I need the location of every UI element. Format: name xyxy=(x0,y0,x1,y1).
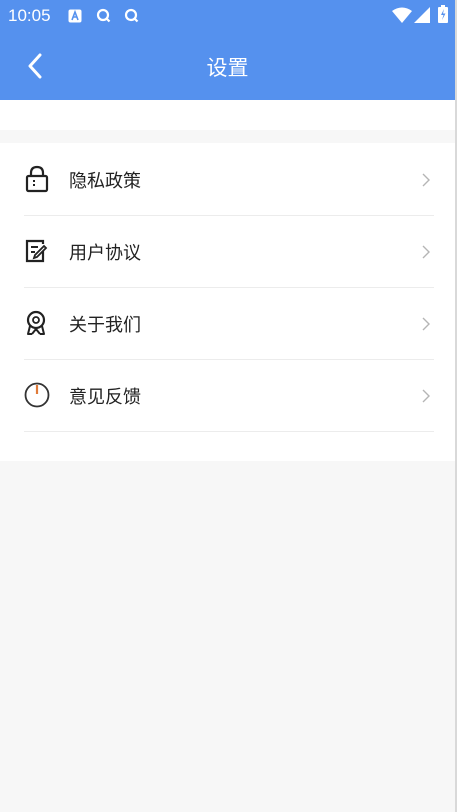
settings-list: 隐私政策 用户协议 关于我们 意见反馈 xyxy=(0,143,455,461)
chevron-right-icon xyxy=(422,388,430,403)
settings-item-label: 用户协议 xyxy=(69,243,141,264)
agreement-edit-icon xyxy=(24,237,50,265)
settings-item-label: 关于我们 xyxy=(69,315,141,336)
nav-bar: 设置 xyxy=(0,32,455,100)
settings-item-user-agreement[interactable]: 用户协议 xyxy=(24,215,434,288)
about-badge-icon xyxy=(24,309,50,337)
lock-icon xyxy=(24,165,50,193)
page-title: 设置 xyxy=(206,56,249,80)
search-circle-icon xyxy=(96,8,111,27)
signal-icon xyxy=(414,7,430,27)
settings-item-label: 意见反馈 xyxy=(69,387,141,408)
battery-icon xyxy=(438,5,448,27)
settings-item-privacy-policy[interactable]: 隐私政策 xyxy=(24,143,434,216)
search-circle-icon xyxy=(124,8,139,27)
status-bar: 10:05 xyxy=(0,0,455,32)
app-header: 10:05 设置 xyxy=(0,0,455,100)
top-spacer xyxy=(0,100,455,130)
chevron-right-icon xyxy=(422,244,430,259)
a-icon xyxy=(68,8,82,27)
settings-item-label: 隐私政策 xyxy=(69,171,141,192)
settings-item-about-us[interactable]: 关于我们 xyxy=(24,287,434,360)
chevron-right-icon xyxy=(422,172,430,187)
status-time: 10:05 xyxy=(8,6,51,25)
chevron-right-icon xyxy=(422,316,430,331)
wifi-icon xyxy=(392,7,412,27)
power-icon xyxy=(24,381,50,409)
settings-item-feedback[interactable]: 意见反馈 xyxy=(24,359,434,432)
